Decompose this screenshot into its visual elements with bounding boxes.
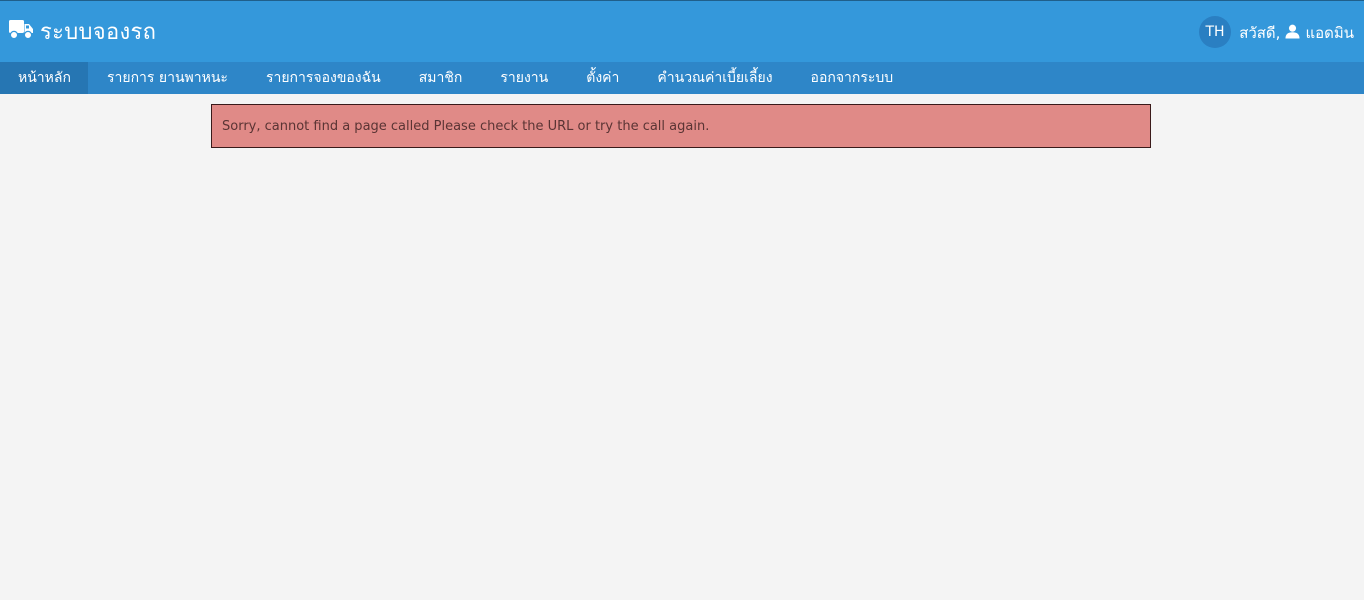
main-nav: หน้าหลัก รายการ ยานพาหนะ รายการจองของฉัน… (0, 62, 1364, 94)
nav-item-label: รายการจองของฉัน (265, 70, 381, 86)
username: แอดมิน (1305, 24, 1354, 42)
top-header: ระบบจองรถ TH สวัสดี, แอดมิน (0, 0, 1364, 62)
user-icon (1285, 24, 1300, 43)
nav-item-label: ตั้งค่า (586, 70, 620, 86)
greeting-text: สวัสดี, (1239, 24, 1281, 42)
nav-item-label: รายการ ยานพาหนะ (107, 70, 228, 86)
nav-item-vehicles[interactable]: รายการ ยานพาหนะ (88, 62, 247, 94)
nav-item-home[interactable]: หน้าหลัก (0, 62, 88, 94)
nav-item-reports[interactable]: รายงาน (481, 62, 567, 94)
brand-title: ระบบจองรถ (40, 19, 157, 45)
nav-item-my-bookings[interactable]: รายการจองของฉัน (247, 62, 400, 94)
language-switch-button[interactable]: TH (1199, 16, 1231, 48)
nav-item-label: ออกจากระบบ (810, 70, 894, 86)
nav-item-allowance-calculator[interactable]: คำนวณค่าเบี้ยเลี้ยง (638, 62, 791, 94)
nav-item-members[interactable]: สมาชิก (400, 62, 482, 94)
error-message: Sorry, cannot find a page called Please … (222, 118, 710, 134)
nav-item-label: หน้าหลัก (18, 70, 71, 86)
error-alert: Sorry, cannot find a page called Please … (211, 104, 1151, 148)
truck-icon (8, 18, 34, 44)
nav-item-label: คำนวณค่าเบี้ยเลี้ยง (657, 70, 773, 86)
nav-item-logout[interactable]: ออกจากระบบ (792, 62, 913, 94)
nav-item-label: รายงาน (500, 70, 549, 86)
user-greeting: สวัสดี, แอดมิน (1239, 21, 1354, 45)
user-profile-link[interactable]: แอดมิน (1285, 21, 1354, 45)
brand-logo-link[interactable]: ระบบจองรถ (8, 15, 156, 47)
nav-item-settings[interactable]: ตั้งค่า (567, 62, 638, 94)
nav-item-label: สมาชิก (418, 70, 463, 86)
